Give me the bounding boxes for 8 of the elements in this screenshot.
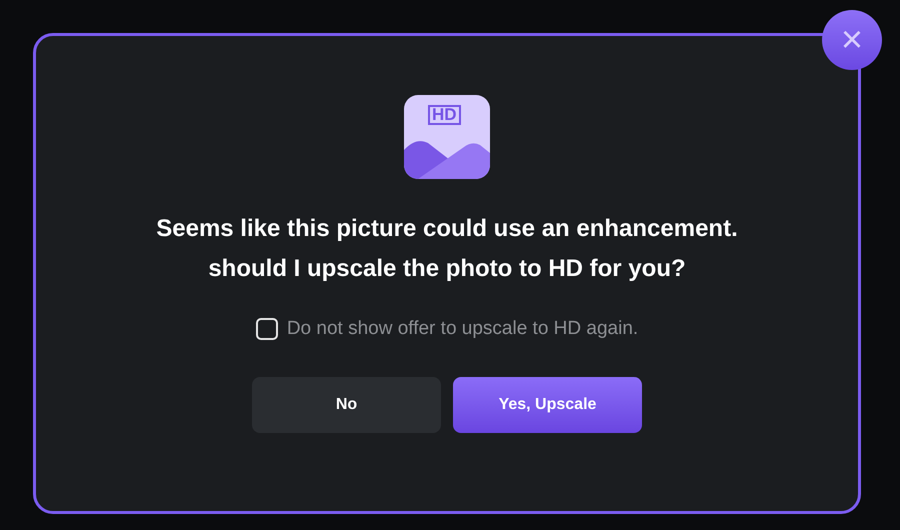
checkbox[interactable] — [256, 318, 278, 340]
decline-button[interactable]: No — [252, 376, 441, 432]
upscale-button[interactable]: Yes, Upscale — [453, 376, 642, 432]
hd-label: HD — [428, 105, 461, 125]
dialog-title: Seems like this picture could use an enhancement. — [156, 214, 738, 244]
close-button[interactable]: × — [822, 10, 882, 70]
checkbox-label: Do not show offer to upscale to HD again. — [286, 317, 638, 341]
dialog-title: should I upscale the photo to HD for you? — [208, 254, 686, 284]
